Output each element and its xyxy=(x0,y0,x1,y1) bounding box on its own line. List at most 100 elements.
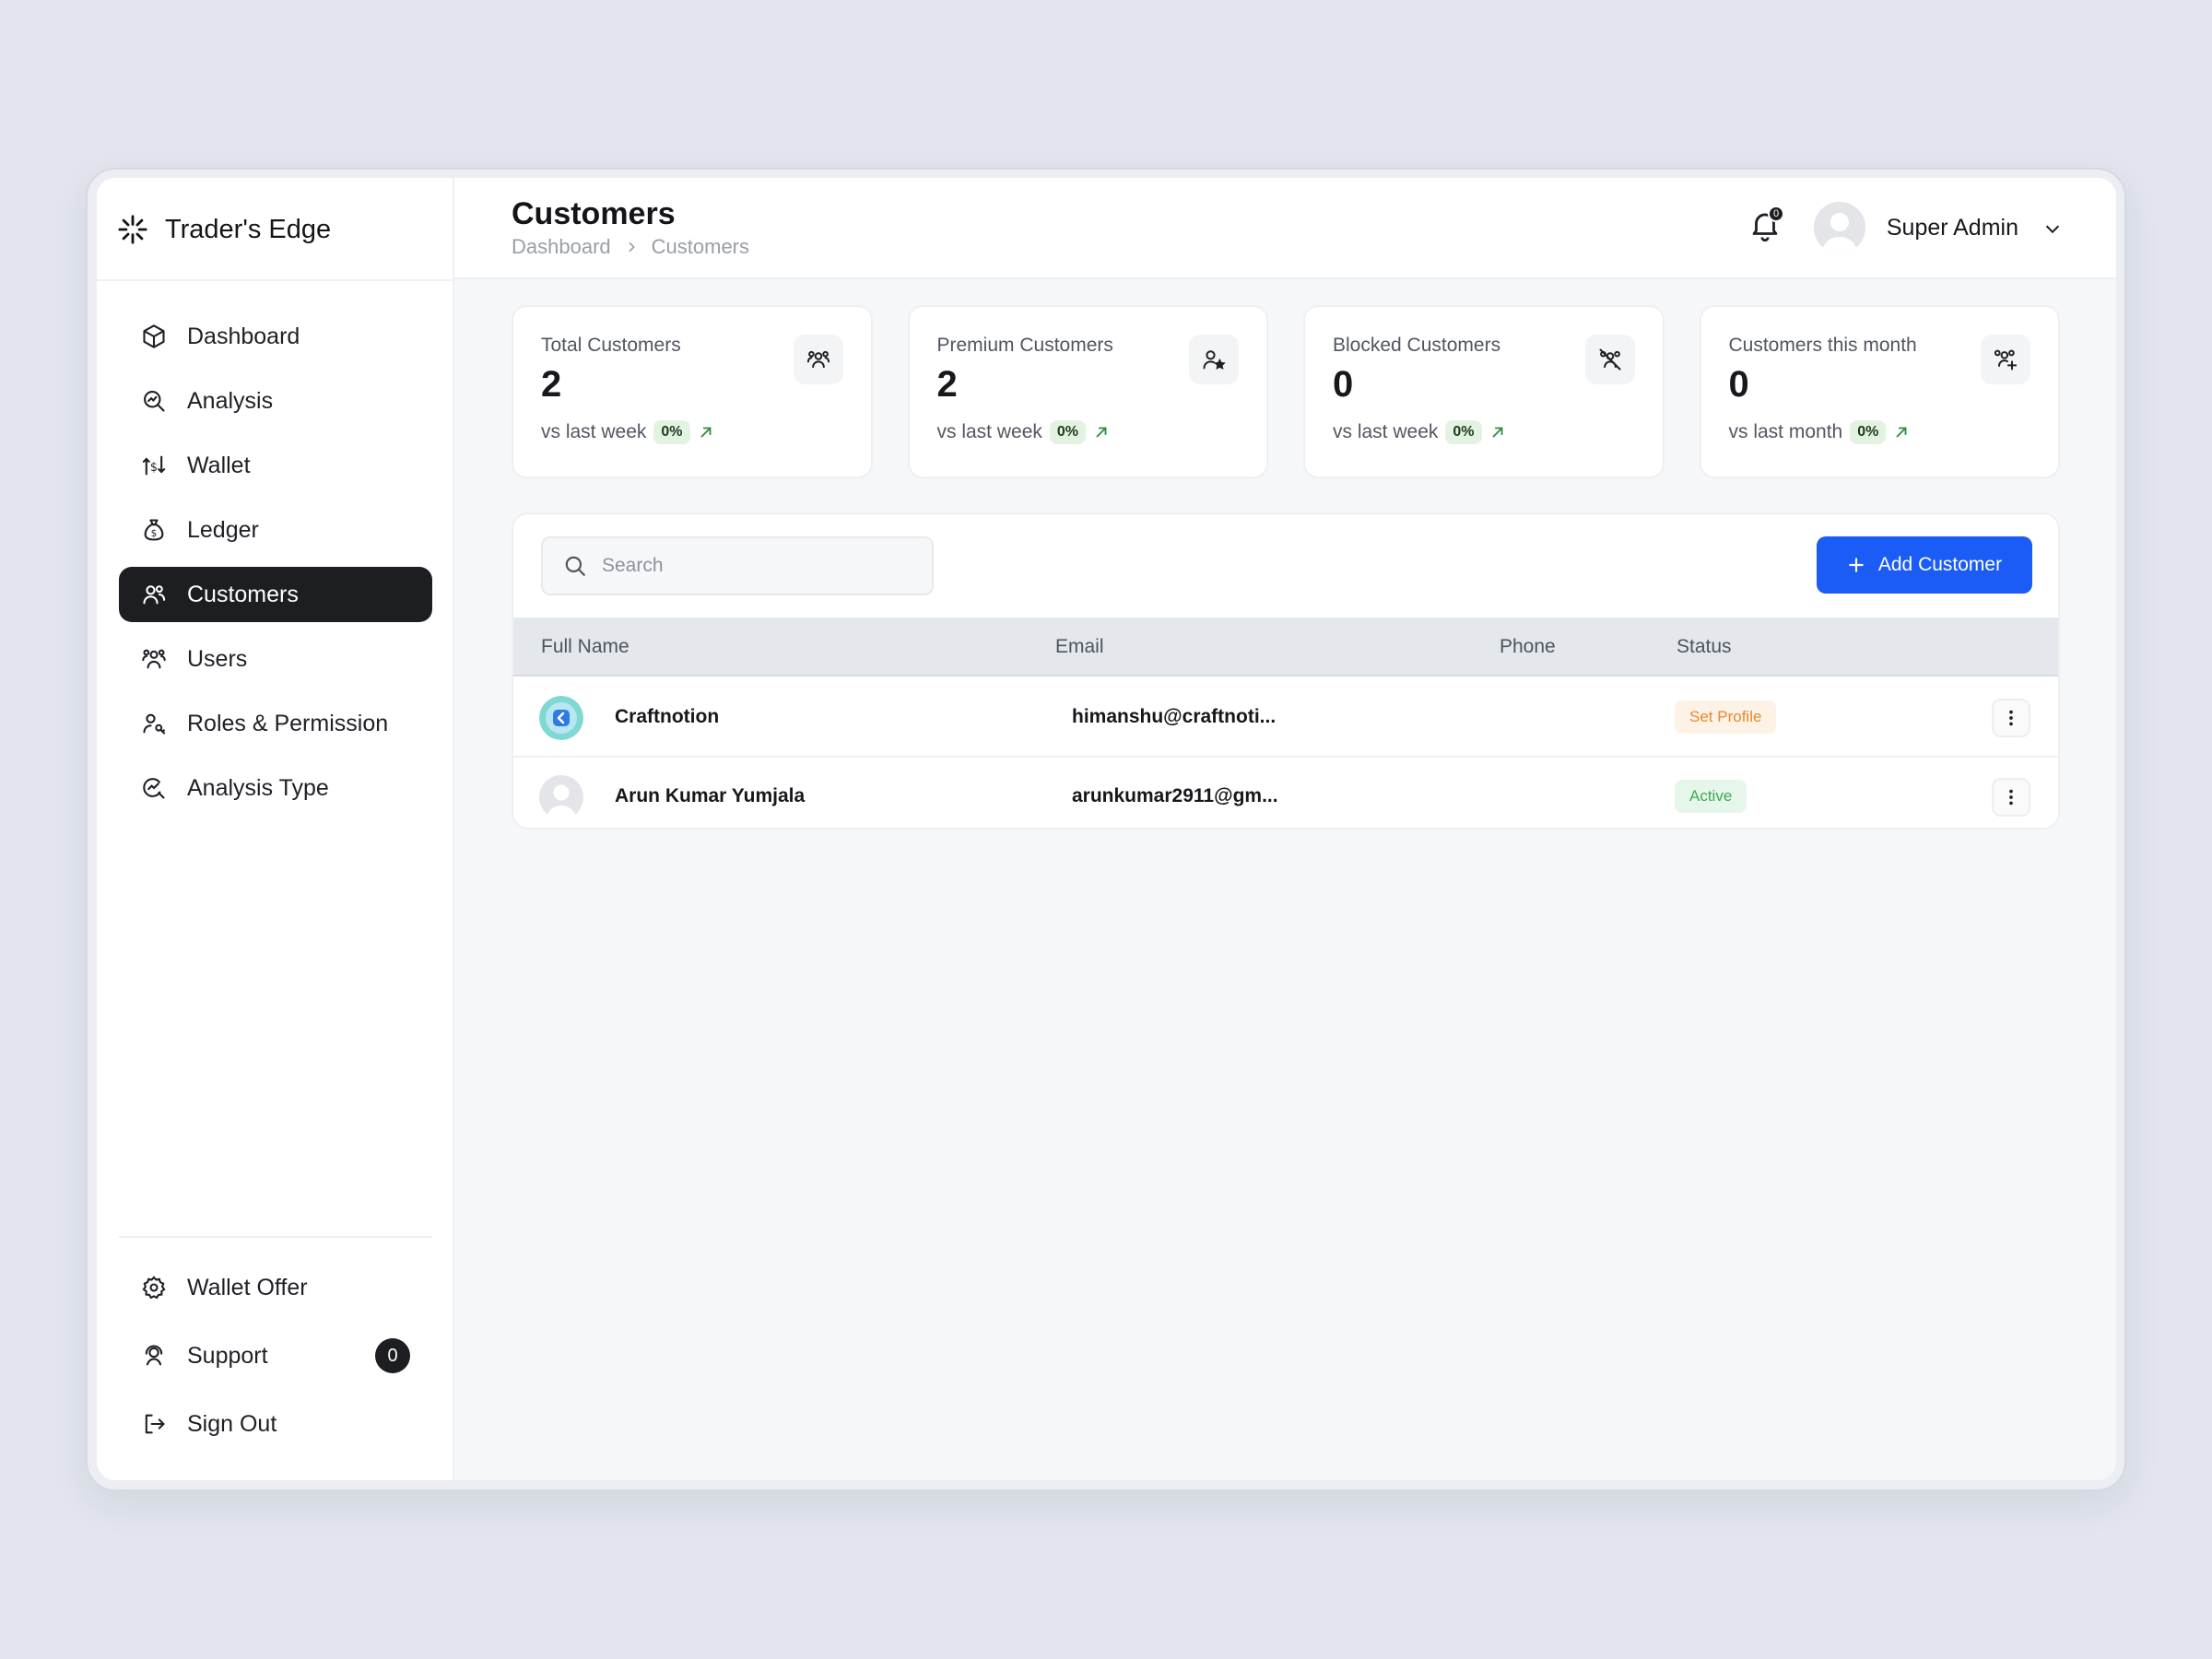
gear-icon xyxy=(142,1276,166,1300)
breadcrumb-customers: Customers xyxy=(651,235,749,258)
sidebar-nav: Dashboard Analysis $ Wallet $ Ledger Cus… xyxy=(119,309,432,825)
users-add-icon xyxy=(1994,349,2018,371)
stat-footer: vs last month 0% xyxy=(1729,420,2059,444)
plus-icon xyxy=(1849,558,1864,572)
row-actions-button[interactable] xyxy=(1992,778,2030,817)
sidebar-item-label: Support xyxy=(187,1342,268,1369)
stat-compare-text: vs last week xyxy=(541,421,647,442)
sidebar-item-label: Wallet xyxy=(187,452,251,478)
user-avatar xyxy=(539,775,583,819)
sidebar-item-label: Analysis xyxy=(187,387,274,414)
company-avatar xyxy=(539,696,583,740)
trend-up-icon xyxy=(1096,427,1107,438)
sidebar-item-label: Users xyxy=(187,645,248,672)
stat-card-total-customers: Total Customers 2 vs last week 0% xyxy=(512,305,873,478)
stat-icon-box xyxy=(1189,335,1239,384)
cube-icon xyxy=(143,324,165,348)
stat-compare-text: vs last week xyxy=(936,421,1042,442)
column-header-full-name[interactable]: Full Name xyxy=(541,636,629,658)
support-icon xyxy=(145,1345,163,1366)
sidebar-item-label: Sign Out xyxy=(187,1410,277,1437)
sidebar-item-label: Customers xyxy=(187,581,299,607)
stat-card-customers-this-month: Customers this month 0 vs last month 0% xyxy=(1699,305,2060,478)
row-actions-button[interactable] xyxy=(1992,699,2030,737)
trend-up-icon xyxy=(1896,427,1907,438)
customers-table-panel: Add Customer Full Name Email Phone Statu… xyxy=(512,512,2060,830)
svg-text:$: $ xyxy=(150,461,158,475)
chevron-down-icon[interactable] xyxy=(2042,218,2063,239)
table-row[interactable]: Craftnotion himanshu@craftnoti... Set Pr… xyxy=(513,678,2058,758)
user-star-icon xyxy=(1203,350,1226,370)
sidebar-item-label: Roles & Permission xyxy=(187,710,389,736)
search-icon xyxy=(565,556,585,576)
stat-percent-badge: 0% xyxy=(1049,420,1086,444)
notifications-button[interactable]: 0 xyxy=(1747,206,1784,248)
sidebar-item-analysis[interactable]: Analysis xyxy=(119,373,432,429)
breadcrumb: Dashboard Customers xyxy=(512,235,749,259)
sidebar-item-label: Analysis Type xyxy=(187,774,329,801)
sidebar-item-ledger[interactable]: $ Ledger xyxy=(119,502,432,558)
more-vertical-icon xyxy=(2009,789,2013,806)
more-vertical-icon xyxy=(2009,710,2013,726)
brand[interactable]: Trader's Edge xyxy=(117,206,331,253)
support-count-badge: 0 xyxy=(375,1338,410,1373)
search-chart-icon xyxy=(143,778,165,799)
sidebar-item-label: Wallet Offer xyxy=(187,1274,308,1300)
breadcrumb-dashboard[interactable]: Dashboard xyxy=(512,235,611,259)
table-row[interactable]: Arun Kumar Yumjala arunkumar2911@gm... A… xyxy=(513,758,2058,828)
default-avatar-icon xyxy=(1814,202,1865,253)
wallet-transfer-icon: $ xyxy=(142,455,166,476)
stat-percent-badge: 0% xyxy=(1445,420,1482,444)
group-icon xyxy=(806,350,830,369)
sidebar-bottom-divider xyxy=(119,1236,432,1238)
search-box[interactable] xyxy=(541,536,934,595)
stat-card-premium-customers: Premium Customers 2 vs last week 0% xyxy=(907,305,1268,478)
add-customer-button[interactable]: Add Customer xyxy=(1817,536,2032,594)
stat-icon-box xyxy=(1981,335,2030,384)
stat-icon-box xyxy=(1584,335,1635,384)
trend-up-icon xyxy=(1492,427,1502,438)
sidebar-item-analysis-type[interactable]: Analysis Type xyxy=(119,760,432,816)
column-header-email[interactable]: Email xyxy=(1055,636,1104,658)
stat-compare-text: vs last month xyxy=(1728,421,1843,442)
user-name[interactable]: Super Admin xyxy=(1887,215,2018,241)
stat-footer: vs last week 0% xyxy=(1333,420,1663,444)
magnify-chart-icon xyxy=(144,391,165,412)
sidebar-item-wallet[interactable]: $ Wallet xyxy=(119,438,432,493)
notification-count-badge: 0 xyxy=(1768,206,1784,222)
sidebar-item-label: Ledger xyxy=(187,516,259,543)
default-avatar-icon xyxy=(539,775,583,819)
status-badge: Active xyxy=(1675,780,1747,813)
add-customer-label: Add Customer xyxy=(1877,554,2003,575)
stat-compare-text: vs last week xyxy=(1333,421,1439,442)
app-window: Trader's Edge Dashboard Analysis $ Walle… xyxy=(97,178,2116,1480)
page-title: Customers xyxy=(512,196,676,231)
status-badge: Set Profile xyxy=(1675,700,1777,734)
stat-icon-box xyxy=(793,335,843,384)
money-bag-icon: $ xyxy=(144,519,164,541)
sidebar-item-sign-out[interactable]: Sign Out xyxy=(119,1394,432,1453)
stats-row: Total Customers 2 vs last week 0% Premiu… xyxy=(512,305,2060,478)
trend-up-icon xyxy=(700,427,711,438)
sidebar-item-users[interactable]: Users xyxy=(119,631,432,687)
chevron-right-icon xyxy=(629,241,635,253)
user-avatar[interactable] xyxy=(1814,202,1865,253)
search-input[interactable] xyxy=(602,555,915,577)
customer-email: arunkumar2911@gm... xyxy=(1072,785,1278,806)
sidebar-item-roles-permission[interactable]: Roles & Permission xyxy=(119,696,432,751)
column-header-phone[interactable]: Phone xyxy=(1500,636,1556,658)
column-header-status[interactable]: Status xyxy=(1677,636,1732,658)
customer-name: Arun Kumar Yumjala xyxy=(615,785,806,806)
sidebar-item-wallet-offer[interactable]: Wallet Offer xyxy=(119,1258,432,1317)
sign-out-icon xyxy=(145,1414,165,1434)
users-blocked-icon xyxy=(1599,348,1620,371)
stat-footer: vs last week 0% xyxy=(937,420,1267,444)
sidebar-item-dashboard[interactable]: Dashboard xyxy=(119,309,432,364)
sidebar-item-support[interactable]: Support 0 xyxy=(119,1326,432,1385)
customer-name: Craftnotion xyxy=(615,706,720,727)
sidebar-item-customers[interactable]: Customers xyxy=(119,567,432,622)
stat-percent-badge: 0% xyxy=(1850,420,1887,444)
user-key-icon xyxy=(143,713,166,735)
stat-footer: vs last week 0% xyxy=(541,420,871,444)
sidebar-bottom-nav: Wallet Offer Support 0 Sign Out xyxy=(119,1258,432,1463)
